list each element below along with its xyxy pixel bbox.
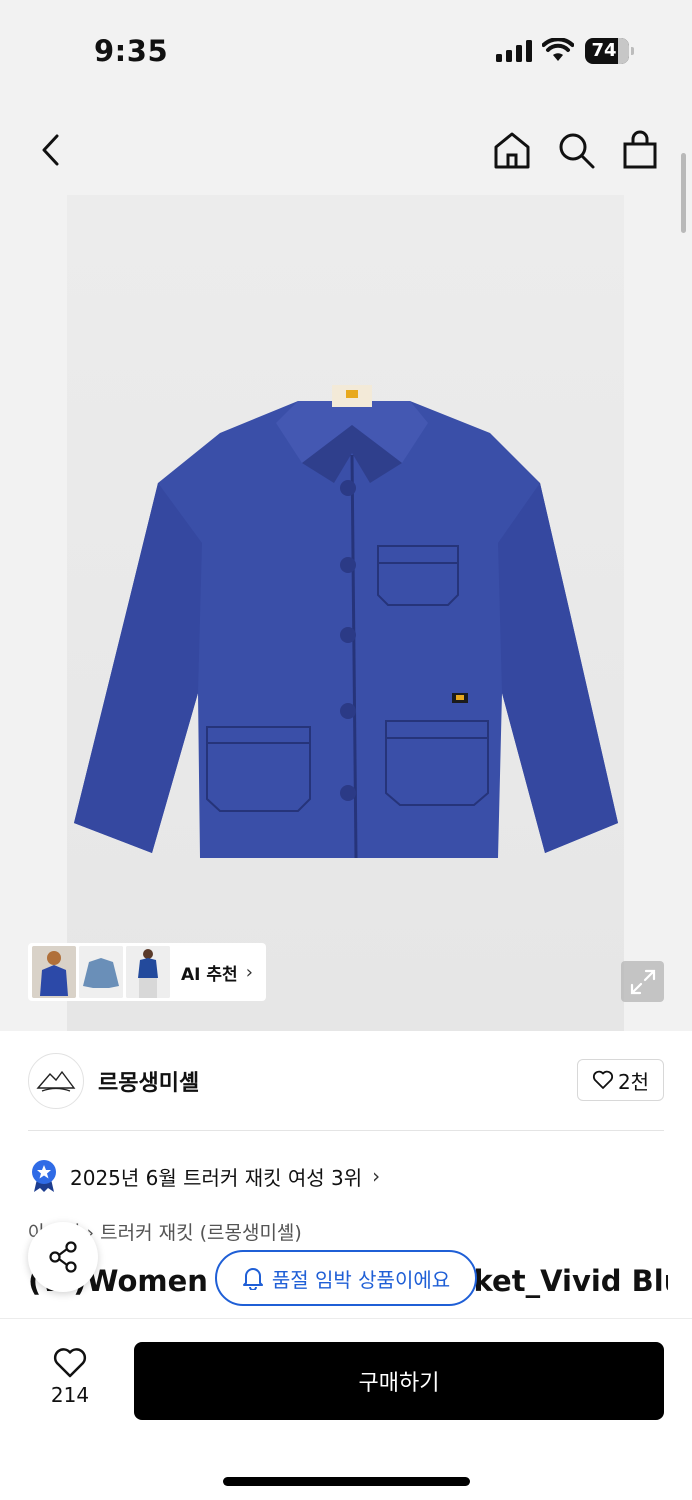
battery-icon: 74 bbox=[585, 38, 634, 64]
model-full-body-photo-icon bbox=[126, 946, 170, 998]
ai-recommend-label: AI 추천 bbox=[181, 964, 238, 985]
product-image-gallery[interactable]: AI 추천 › bbox=[0, 195, 692, 1031]
home-indicator[interactable] bbox=[223, 1477, 470, 1486]
search-button[interactable] bbox=[554, 128, 598, 172]
battery-level: 74 bbox=[591, 40, 617, 61]
chevron-right-icon: › bbox=[372, 1164, 381, 1188]
share-icon bbox=[49, 1241, 77, 1273]
bottom-action-bar: 214 구매하기 bbox=[0, 1318, 692, 1500]
expand-icon bbox=[630, 969, 655, 994]
ranking-badge-icon bbox=[32, 1160, 56, 1192]
expand-image-button[interactable] bbox=[621, 961, 664, 1002]
home-button[interactable] bbox=[490, 128, 534, 172]
mountain-logo-icon bbox=[36, 1070, 76, 1092]
share-button[interactable] bbox=[28, 1222, 98, 1292]
search-icon bbox=[559, 133, 595, 169]
heart-icon bbox=[592, 1070, 613, 1089]
model-photo-icon bbox=[32, 946, 76, 998]
thumbnail-1[interactable] bbox=[32, 946, 76, 998]
heart-icon bbox=[53, 1348, 87, 1378]
ai-recommendation-card[interactable]: AI 추천 › bbox=[28, 943, 266, 1001]
status-bar: 9:35 74 bbox=[0, 0, 692, 100]
chevron-right-icon: › bbox=[245, 961, 253, 983]
thumbnail-3[interactable] bbox=[126, 946, 170, 998]
back-button[interactable] bbox=[30, 128, 70, 172]
thumbnail-2[interactable] bbox=[79, 946, 123, 998]
divider bbox=[28, 1130, 664, 1131]
brand-name[interactable]: 르몽생미셸 bbox=[98, 1065, 199, 1097]
back-arrow-icon bbox=[42, 134, 59, 166]
buy-button[interactable]: 구매하기 bbox=[134, 1342, 664, 1420]
product-like-button[interactable]: 214 bbox=[40, 1347, 100, 1417]
ranking-link[interactable]: 2025년 6월 트러커 재킷 여성 3위 › bbox=[30, 1158, 380, 1194]
soldout-notice-text: 품절 임박 상품이에요 bbox=[271, 1267, 451, 1292]
home-icon bbox=[494, 132, 530, 169]
brand-logo[interactable] bbox=[28, 1053, 84, 1109]
cellular-signal-icon bbox=[496, 40, 532, 62]
scrollbar[interactable] bbox=[681, 153, 686, 233]
status-time: 9:35 bbox=[94, 34, 169, 68]
brand-like-button[interactable]: 2천 bbox=[577, 1059, 664, 1101]
jacket-image bbox=[74, 385, 618, 859]
top-nav-bar bbox=[0, 100, 692, 195]
brand-row: 르몽생미셸 2천 bbox=[0, 1031, 692, 1131]
bell-icon bbox=[242, 1268, 263, 1290]
wifi-icon bbox=[542, 38, 574, 61]
soldout-notice-pill: 품절 임박 상품이에요 bbox=[215, 1250, 477, 1306]
denim-jacket-photo-icon bbox=[79, 946, 123, 998]
cart-button[interactable] bbox=[618, 128, 662, 172]
shopping-bag-icon bbox=[623, 130, 657, 169]
brand-like-count: 2천 bbox=[617, 1069, 650, 1094]
ranking-text: 2025년 6월 트러커 재킷 여성 3위 bbox=[70, 1165, 363, 1190]
product-like-count: 214 bbox=[50, 1383, 90, 1407]
